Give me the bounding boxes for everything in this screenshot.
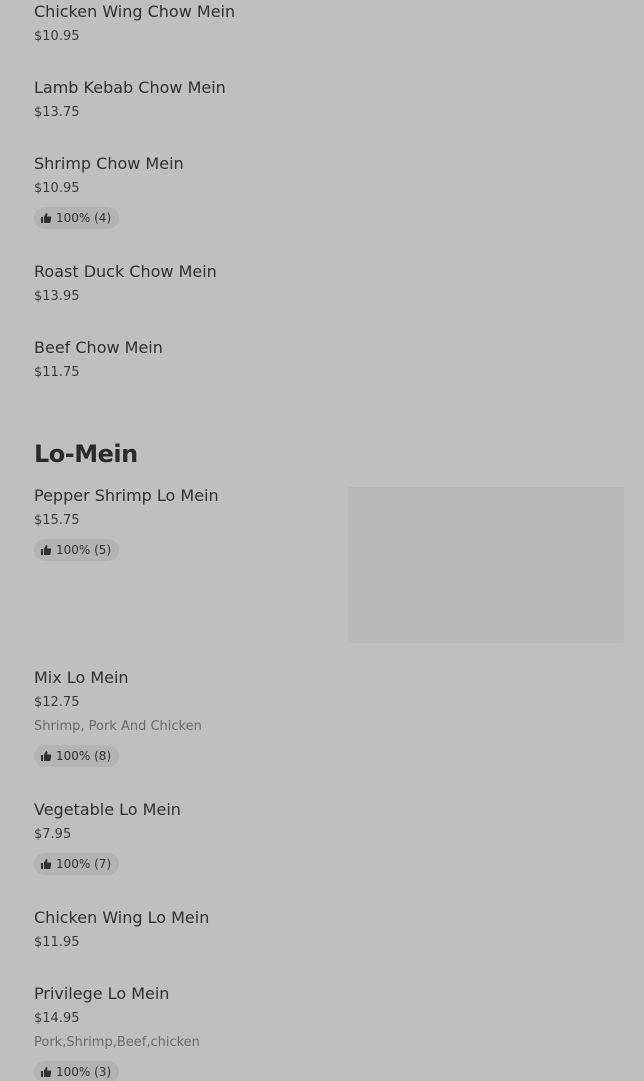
item-price: $11.75: [34, 365, 80, 380]
item-description: Pork,Shrimp,Beef,chicken: [34, 1035, 200, 1050]
thumbs-up-icon: [41, 859, 52, 869]
rating-badge: 100% (7): [34, 853, 120, 875]
rating-text: 100% (7): [56, 857, 112, 871]
thumbs-up-icon: [41, 751, 52, 761]
menu-item-chicken-wing-lo-mein[interactable]: Chicken Wing Lo Mein $11.95: [34, 908, 314, 950]
rating-badge: 100% (5): [34, 539, 120, 561]
menu-item-chicken-wing-chow-mein[interactable]: Chicken Wing Chow Mein $10.95: [34, 2, 314, 44]
item-description: Shrimp, Pork And Chicken: [34, 719, 202, 734]
menu-item-pepper-shrimp-lo-mein[interactable]: Pepper Shrimp Lo Mein $15.75 100% (5): [34, 486, 314, 561]
item-price: $12.75: [34, 695, 80, 710]
rating-text: 100% (8): [56, 749, 112, 763]
item-price: $7.95: [34, 827, 72, 842]
item-name: Chicken Wing Chow Mein: [34, 2, 236, 21]
menu-item-beef-chow-mein[interactable]: Beef Chow Mein $11.75: [34, 338, 314, 380]
item-price: $10.95: [34, 181, 80, 196]
item-name: Pepper Shrimp Lo Mein: [34, 486, 219, 505]
rating-badge: 100% (8): [34, 745, 120, 767]
item-price: $13.75: [34, 105, 80, 120]
menu-item-lamb-kebab-chow-mein[interactable]: Lamb Kebab Chow Mein $13.75: [34, 78, 314, 120]
menu-item-shrimp-chow-mein[interactable]: Shrimp Chow Mein $10.95 100% (4): [34, 154, 314, 229]
item-name: Beef Chow Mein: [34, 338, 163, 357]
item-name: Roast Duck Chow Mein: [34, 262, 217, 281]
item-price: $13.95: [34, 289, 80, 304]
section-title-lo-mein: Lo-Mein: [34, 440, 138, 468]
item-name: Mix Lo Mein: [34, 668, 129, 687]
item-name: Privilege Lo Mein: [34, 984, 170, 1003]
thumbs-up-icon: [41, 1067, 52, 1077]
rating-text: 100% (5): [56, 543, 112, 557]
thumbs-up-icon: [41, 545, 52, 555]
rating-badge: 100% (3): [34, 1061, 120, 1081]
menu-page: Chicken Wing Chow Mein $10.95 Lamb Kebab…: [0, 0, 644, 1081]
menu-item-vegetable-lo-mein[interactable]: Vegetable Lo Mein $7.95 100% (7): [34, 800, 314, 875]
menu-item-privilege-lo-mein[interactable]: Privilege Lo Mein $14.95 Pork,Shrimp,Bee…: [34, 984, 314, 1081]
item-name: Lamb Kebab Chow Mein: [34, 78, 226, 97]
item-name: Vegetable Lo Mein: [34, 800, 181, 819]
rating-text: 100% (4): [56, 211, 112, 225]
item-price: $14.95: [34, 1011, 80, 1026]
item-price: $11.95: [34, 935, 80, 950]
thumbs-up-icon: [41, 213, 52, 223]
rating-text: 100% (3): [56, 1065, 112, 1079]
item-price: $15.75: [34, 513, 80, 528]
item-name: Shrimp Chow Mein: [34, 154, 184, 173]
rating-badge: 100% (4): [34, 207, 120, 229]
menu-item-roast-duck-chow-mein[interactable]: Roast Duck Chow Mein $13.95: [34, 262, 314, 304]
item-price: $10.95: [34, 29, 80, 44]
menu-item-mix-lo-mein[interactable]: Mix Lo Mein $12.75 Shrimp, Pork And Chic…: [34, 668, 314, 767]
item-image-placeholder[interactable]: [348, 487, 624, 643]
item-name: Chicken Wing Lo Mein: [34, 908, 210, 927]
